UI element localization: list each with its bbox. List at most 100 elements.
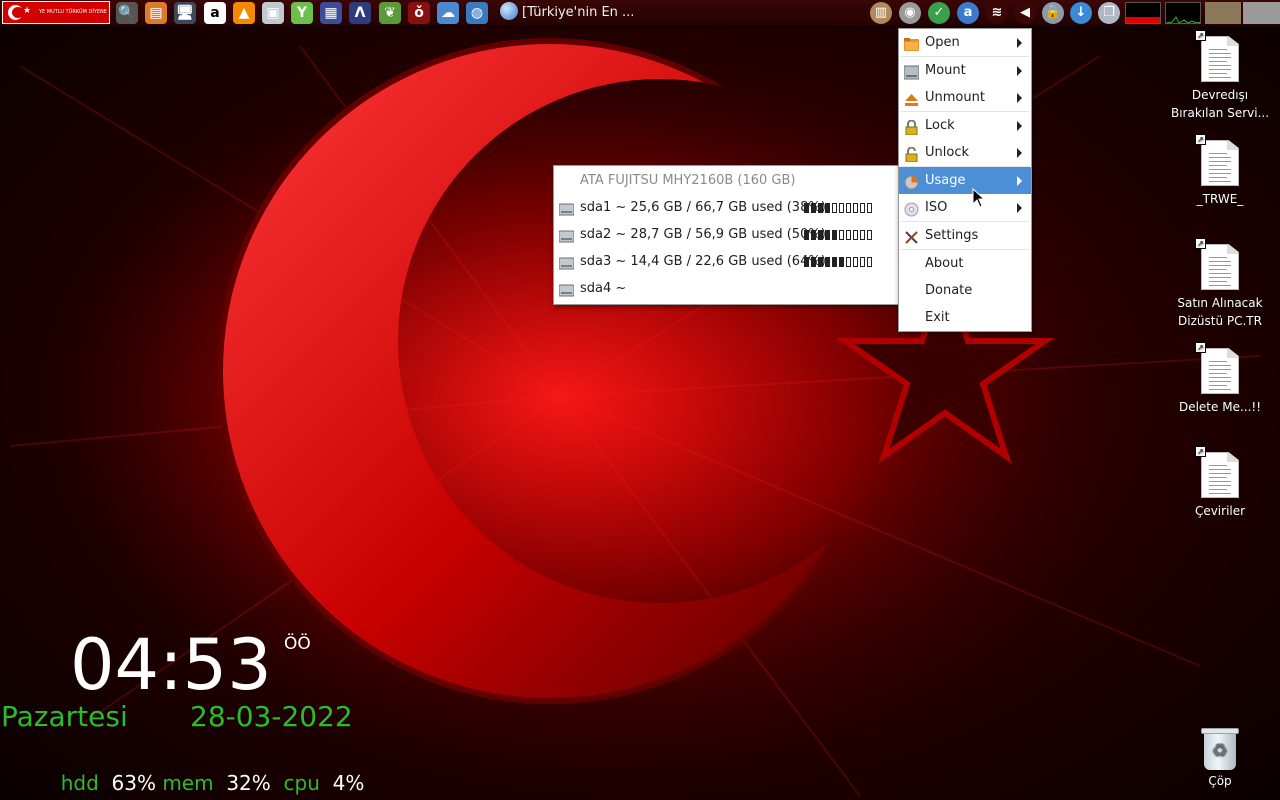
monitor-icon: 🖥 (176, 5, 194, 21)
menu-item-open[interactable]: Open (899, 29, 1031, 56)
cherry-icon: ǒ (414, 5, 424, 21)
menu-item-mount[interactable]: Mount (899, 57, 1031, 84)
shortcut-arrow-icon: ↗ (1195, 30, 1206, 41)
launcher-vlc[interactable]: ▲ (233, 2, 255, 24)
workspace-1[interactable] (1205, 2, 1241, 24)
menu-item-label: Unlock (925, 145, 969, 160)
taskbar: ★ YE MUTLU TÜRKÜM DİYENE 🔍 ▤ 🖥 a ▲ ▣ Y ▦ Λ ❦ ǒ ☁ ◍ [… (0, 0, 1280, 27)
menu-item-lock[interactable]: Lock (899, 112, 1031, 139)
usage-bar-segment (818, 257, 823, 267)
leaf-icon: ❦ (384, 5, 396, 21)
launcher-image-viewer[interactable]: ▣ (262, 2, 284, 24)
search-icon: 🔍 (118, 5, 136, 21)
desktop-icon[interactable]: ↗ Satın Alınacak Dizüstü PC.TR (1165, 238, 1275, 330)
desktop-icon-label: Çeviriler (1194, 504, 1246, 518)
flag-slogan: YE MUTLU TÜRKÜM DİYENE (39, 9, 107, 15)
tray-volume[interactable]: ◀ (1014, 2, 1036, 24)
partition-item[interactable]: sda4 ~ (554, 275, 899, 302)
menu-item-unmount[interactable]: Unmount (899, 84, 1031, 111)
tray-shield[interactable]: ✓ (928, 2, 950, 24)
menu-item-unlock[interactable]: Unlock (899, 139, 1031, 166)
usage-bar-segment (860, 257, 865, 267)
hdd-key: hdd (60, 771, 99, 795)
launcher-cherry[interactable]: ǒ (408, 2, 430, 24)
usage-bar-segment (867, 257, 872, 267)
cloud-icon: ☁ (441, 5, 455, 21)
launcher-cloud[interactable]: ☁ (437, 2, 459, 24)
launcher-globe[interactable]: ◍ (466, 2, 488, 24)
menu-item-settings[interactable]: Settings (899, 222, 1031, 249)
partition-label: sda4 ~ (580, 281, 627, 296)
amazon-icon: a (210, 5, 220, 21)
partition-icon (558, 200, 575, 216)
usage-bar-segment (860, 203, 865, 213)
launcher-arch[interactable]: Λ (349, 2, 371, 24)
recycle-bin-icon: ♻ (1201, 728, 1239, 770)
desktop-icon[interactable]: ↗ _TRWE_ (1165, 134, 1275, 208)
shortcut-arrow-icon: ↗ (1195, 446, 1206, 457)
tray-windows[interactable]: ❐ (1098, 2, 1120, 24)
cpu-monitor-graph[interactable] (1125, 2, 1161, 24)
usage-submenu: ATA FUJITSU MHY2160B (160 GB) sda1 ~ 25,… (553, 165, 900, 305)
tray-lock[interactable]: 🔒 (1042, 2, 1064, 24)
partition-item[interactable]: sda1 ~ 25,6 GB / 66,7 GB used (38%) (554, 194, 899, 221)
trash-icon[interactable]: ♻ Çöp (1190, 728, 1250, 788)
menu-item-donate[interactable]: Donate (899, 277, 1031, 304)
desktop-icon-label: Satın Alınacak Dizüstü PC.TR (1177, 296, 1263, 328)
windows-icon: ❐ (1103, 5, 1115, 20)
usage-bar-segment (846, 257, 851, 267)
launcher-search[interactable]: 🔍 (116, 2, 138, 24)
partition-item[interactable]: sda2 ~ 28,7 GB / 56,9 GB used (50%) (554, 221, 899, 248)
tray-download[interactable]: ↓ (1070, 2, 1092, 24)
tray-clipboard[interactable]: ▥ (870, 2, 892, 24)
turkish-flag-start-button[interactable]: ★ YE MUTLU TÜRKÜM DİYENE (2, 1, 110, 24)
tray-a-app[interactable]: a (957, 2, 979, 24)
desktop-icon[interactable]: ↗ Çeviriler (1165, 446, 1275, 520)
workspace-2[interactable] (1243, 2, 1280, 24)
launcher-leaf[interactable]: ❦ (379, 2, 401, 24)
partition-item[interactable]: sda3 ~ 14,4 GB / 22,6 GB used (64%) (554, 248, 899, 275)
document-icon (1201, 348, 1239, 394)
network-monitor-graph[interactable] (1165, 2, 1201, 24)
desktop-icon[interactable]: ↗ Delete Me...!! (1165, 342, 1275, 416)
tools-icon (904, 228, 919, 244)
submenu-arrow-icon (1017, 203, 1022, 213)
tray-disk-usage[interactable]: ◉ (899, 2, 921, 24)
usage-bar-segment (846, 203, 851, 213)
usage-bar-segment (846, 230, 851, 240)
desktop-icon[interactable]: ↗ Devredışı Bırakılan Servi... (1165, 30, 1275, 122)
document-icon (1201, 244, 1239, 290)
usage-icon (904, 173, 919, 190)
download-icon: ↓ (1075, 5, 1087, 20)
window-title: [Türkiye'nin En ... (522, 5, 635, 20)
launcher-calculator[interactable]: ▦ (320, 2, 342, 24)
submenu-arrow-icon (1017, 66, 1022, 76)
submenu-arrow-icon (1017, 93, 1022, 103)
clock-time: 04:53 (70, 624, 272, 706)
usage-bar-segment (867, 230, 872, 240)
calculator-icon: ▦ (324, 5, 338, 21)
a-app-icon: a (963, 5, 973, 20)
menu-item-exit[interactable]: Exit (899, 304, 1031, 331)
menu-item-label: Unmount (925, 90, 985, 105)
system-stats: hdd 63% mem 32% cpu 4% (48, 744, 365, 796)
clock-ampm: ÖÖ (284, 634, 311, 654)
menu-item-label: Usage (925, 173, 966, 188)
menu-item-label: Donate (925, 283, 973, 298)
taskbar-window-button[interactable]: [Türkiye'nin En ... (500, 0, 634, 26)
usage-bar-segment (832, 257, 837, 267)
wifi-icon: ≋ (991, 5, 1003, 20)
usage-bar-segment (804, 203, 809, 213)
launcher-amazon[interactable]: a (204, 2, 226, 24)
menu-item-usage[interactable]: Usage (899, 167, 1031, 194)
desktop-icon-label: Devredışı Bırakılan Servi... (1170, 88, 1270, 120)
menu-item-about[interactable]: About (899, 250, 1031, 277)
desktop-icon-label: _TRWE_ (1196, 192, 1244, 206)
tray-wifi[interactable]: ≋ (986, 2, 1008, 24)
launcher-monitor[interactable]: 🖥 (174, 2, 196, 24)
usage-bar-segment (839, 257, 844, 267)
usage-bar-segment (832, 203, 837, 213)
launcher-archive[interactable]: ▤ (145, 2, 167, 24)
menu-item-iso[interactable]: ISO (899, 194, 1031, 221)
launcher-y-app[interactable]: Y (291, 2, 313, 24)
